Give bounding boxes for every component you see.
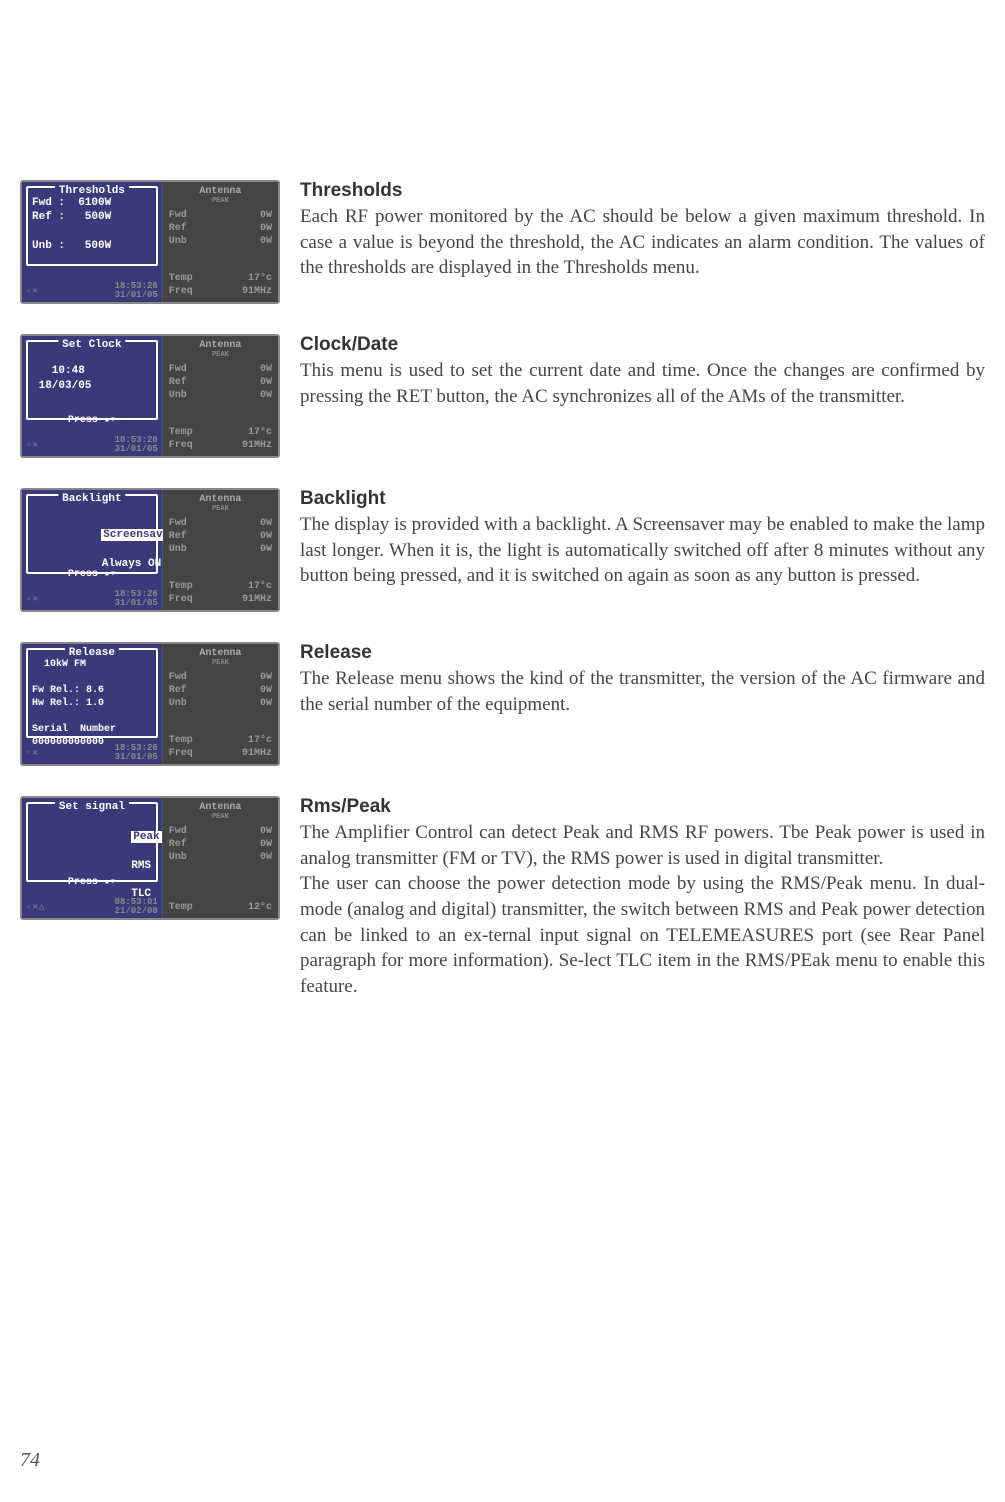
section-clock: Set Clock 10:48 18/03/05 Press ▴▾ ▫✕ 18:… — [20, 334, 985, 458]
signal-opt-peak: Peak — [131, 831, 161, 843]
page-content: Thresholds Fwd : 6100W Ref : 500W Unb : … — [20, 180, 985, 999]
heading-clock: Clock/Date — [300, 334, 985, 356]
status-icons: ▫✕ — [26, 286, 39, 296]
press-hint: Press ▴▾ — [22, 414, 162, 426]
lcd-status-bar: ▫✕△ 08:53:0121/02/08 — [26, 898, 158, 916]
lcd-status-bar: ▫✕ 18:53:2631/01/05 — [26, 744, 158, 762]
page-number: 74 — [20, 1449, 40, 1472]
lcd-clock: Set Clock 10:48 18/03/05 Press ▴▾ ▫✕ 18:… — [20, 334, 280, 458]
para-backlight: The display is provided with a backlight… — [300, 512, 985, 589]
lcd-status-bar: ▫✕ 18:53:2631/01/05 — [26, 436, 158, 454]
lcd-set-signal: Set signal Peak RMS TLC Press ▴▾ ▫✕△ 08:… — [20, 796, 280, 920]
antenna-panel: Antenna PEAK Fwd0W Ref0W Unb0W Temp17°c … — [163, 336, 278, 456]
para-thresholds: Each RF power monitored by the AC should… — [300, 204, 985, 281]
antenna-panel: Antenna PEAK Fwd0W Ref0W Unb0W Temp12°c — [163, 798, 278, 918]
press-hint: Press ▴▾ — [22, 876, 162, 888]
lcd-status-bar: ▫✕ 18:53:2631/01/05 — [26, 282, 158, 300]
lcd-thresholds: Thresholds Fwd : 6100W Ref : 500W Unb : … — [20, 180, 280, 304]
para-rms-1: The Amplifier Control can detect Peak an… — [300, 820, 985, 871]
status-icons: ▫✕ — [26, 594, 39, 604]
lcd-title: Set signal — [55, 801, 129, 813]
heading-release: Release — [300, 642, 985, 664]
heading-rms: Rms/Peak — [300, 796, 985, 818]
lcd-body: 10kW FM Fw Rel.: 8.6 Hw Rel.: 1.0 Serial… — [32, 658, 152, 749]
lcd-release: Release 10kW FM Fw Rel.: 8.6 Hw Rel.: 1.… — [20, 642, 280, 766]
para-rms-2: The user can choose the power detection … — [300, 871, 985, 999]
antenna-panel: Antenna PEAK Fwd0W Ref0W Unb0W Temp17°c … — [163, 644, 278, 764]
section-release: Release 10kW FM Fw Rel.: 8.6 Hw Rel.: 1.… — [20, 642, 985, 766]
section-backlight: Backlight Screensaver Always ON Press ▴▾… — [20, 488, 985, 612]
signal-opt-rms: RMS — [131, 860, 151, 872]
para-release: The Release menu shows the kind of the t… — [300, 666, 985, 717]
lcd-title: Backlight — [58, 493, 125, 505]
heading-thresholds: Thresholds — [300, 180, 985, 202]
lcd-body: Fwd : 6100W Ref : 500W Unb : 500W — [32, 196, 152, 253]
lcd-body: 10:48 18/03/05 — [32, 350, 152, 393]
press-hint: Press ▴▾ — [22, 568, 162, 580]
antenna-panel: Antenna PEAK Fwd0W Ref0W Unb0W Temp17°c … — [163, 490, 278, 610]
para-clock: This menu is used to set the current dat… — [300, 358, 985, 409]
lcd-backlight: Backlight Screensaver Always ON Press ▴▾… — [20, 488, 280, 612]
status-icons: ▫✕ — [26, 748, 39, 758]
section-rms-peak: Set signal Peak RMS TLC Press ▴▾ ▫✕△ 08:… — [20, 796, 985, 999]
lcd-status-bar: ▫✕ 18:53:2631/01/05 — [26, 590, 158, 608]
antenna-panel: Antenna PEAK Fwd0W Ref0W Unb0W Temp17°c … — [163, 182, 278, 302]
heading-backlight: Backlight — [300, 488, 985, 510]
status-icons: ▫✕△ — [26, 902, 45, 912]
section-thresholds: Thresholds Fwd : 6100W Ref : 500W Unb : … — [20, 180, 985, 304]
status-icons: ▫✕ — [26, 440, 39, 450]
